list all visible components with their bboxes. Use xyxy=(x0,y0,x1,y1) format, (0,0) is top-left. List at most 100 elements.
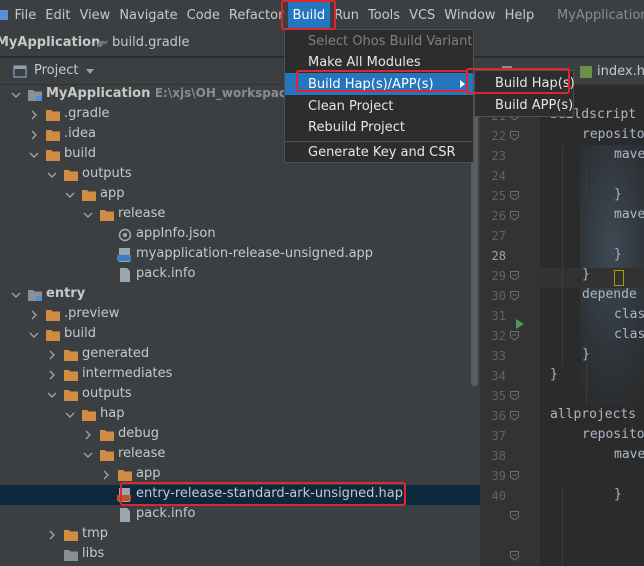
menu-code[interactable]: Code xyxy=(182,0,224,30)
tree-row[interactable]: generated xyxy=(0,345,480,365)
chevron-right-icon[interactable] xyxy=(83,430,93,440)
fold-marker-icon[interactable] xyxy=(509,510,520,521)
chevron-down-icon[interactable] xyxy=(11,290,21,300)
tree-row[interactable]: libs xyxy=(0,545,480,565)
folder-icon xyxy=(63,528,79,542)
chevron-down-icon[interactable] xyxy=(47,170,57,180)
fold-marker-icon[interactable] xyxy=(509,410,520,421)
menu-build[interactable]: Build xyxy=(287,0,330,30)
line-number: 27 xyxy=(491,229,506,243)
chevron-right-icon[interactable] xyxy=(47,530,57,540)
menu-window[interactable]: Window xyxy=(440,0,500,30)
menu-refactor[interactable]: Refactor xyxy=(224,0,288,30)
fold-marker-icon[interactable] xyxy=(509,210,520,221)
tree-row[interactable]: outputs xyxy=(0,165,480,185)
tree-row-label: release xyxy=(118,206,166,221)
chevron-right-icon[interactable] xyxy=(29,310,39,320)
line-number: 39 xyxy=(491,469,506,483)
folder-icon xyxy=(63,368,79,382)
hap-file-icon xyxy=(117,488,133,502)
fold-marker-icon[interactable] xyxy=(509,390,520,401)
code-editor[interactable]: 2122232425262728293031323334353637383940… xyxy=(480,85,644,566)
menu-navigate[interactable]: Navigate xyxy=(115,0,182,30)
chevron-down-icon[interactable] xyxy=(11,90,21,100)
line-number: 32 xyxy=(491,329,506,343)
chevron-right-icon[interactable] xyxy=(47,370,57,380)
menu-item-select-build-variant[interactable]: Select Ohos Build Variant xyxy=(285,30,473,52)
menu-tools[interactable]: Tools xyxy=(364,0,405,30)
tree-row[interactable]: pack.info xyxy=(0,505,480,525)
menu-item-generate-key-csr[interactable]: Generate Key and CSR xyxy=(285,141,473,163)
chevron-right-icon[interactable] xyxy=(29,110,39,120)
fold-marker-icon[interactable] xyxy=(509,130,520,141)
tree-row[interactable]: appInfo.json xyxy=(0,225,480,245)
run-gutter-icon[interactable] xyxy=(516,319,524,329)
tree-row-label: appInfo.json xyxy=(136,226,216,241)
editor-tab-index-hml[interactable]: index.hm xyxy=(597,64,644,79)
tree-row[interactable]: myapplication-release-unsigned.app xyxy=(0,245,480,265)
tree-row[interactable]: entry-release-standard-ark-unsigned.hap xyxy=(0,485,480,505)
chevron-down-icon[interactable] xyxy=(65,190,75,200)
chevron-right-icon[interactable] xyxy=(29,130,39,140)
fold-marker-icon[interactable] xyxy=(509,470,520,481)
folder-icon xyxy=(45,108,61,122)
tree-row-label: entry-release-standard-ark-unsigned.hap xyxy=(136,486,404,501)
menu-run[interactable]: Run xyxy=(330,0,364,30)
brace-match-highlight xyxy=(614,270,624,286)
tree-row[interactable]: app xyxy=(0,185,480,205)
breadcrumb-file[interactable]: build.gradle xyxy=(112,35,190,50)
fold-marker-icon[interactable] xyxy=(509,190,520,201)
tree-row[interactable]: .preview xyxy=(0,305,480,325)
tree-row[interactable]: hap xyxy=(0,405,480,425)
tree-row[interactable]: outputs xyxy=(0,385,480,405)
chevron-right-icon[interactable] xyxy=(47,350,57,360)
chevron-down-icon[interactable] xyxy=(29,330,39,340)
project-view-label[interactable]: Project xyxy=(34,63,78,78)
chevron-down-icon[interactable] xyxy=(83,450,93,460)
fold-marker-icon[interactable] xyxy=(509,330,520,341)
menu-file[interactable]: File xyxy=(10,0,41,30)
submenu-item-build-apps[interactable]: Build APP(s) xyxy=(475,94,573,116)
json-file-icon xyxy=(117,228,133,242)
fold-marker-icon[interactable] xyxy=(509,550,520,561)
submenu-item-build-haps[interactable]: Build Hap(s) xyxy=(475,72,575,94)
tree-row-label: pack.info xyxy=(136,266,196,281)
menu-item-build-haps-apps[interactable]: Build Hap(s)/APP(s) xyxy=(285,73,473,95)
menu-item-rebuild-project[interactable]: Rebuild Project xyxy=(285,116,473,138)
code-line: clas xyxy=(614,327,644,342)
project-view-dropdown-icon[interactable] xyxy=(86,69,94,74)
hml-file-icon xyxy=(580,66,592,78)
tree-row[interactable]: debug xyxy=(0,425,480,445)
tree-row[interactable]: build xyxy=(0,325,480,345)
breadcrumb-project[interactable]: MyApplication xyxy=(0,35,100,50)
tree-row[interactable]: pack.info xyxy=(0,265,480,285)
line-number: 25 xyxy=(491,189,506,203)
chevron-down-icon[interactable] xyxy=(65,410,75,420)
menu-edit[interactable]: Edit xyxy=(41,0,75,30)
folder-icon xyxy=(81,188,97,202)
code-line: } xyxy=(614,187,622,202)
tree-row[interactable]: release xyxy=(0,205,480,225)
chevron-down-icon[interactable] xyxy=(29,150,39,160)
line-number: 35 xyxy=(491,389,506,403)
menu-item-clean-project[interactable]: Clean Project xyxy=(285,95,473,117)
tree-row-label: outputs xyxy=(82,166,132,181)
chevron-right-icon[interactable] xyxy=(101,470,111,480)
folder-icon xyxy=(63,388,79,402)
menu-item-make-all-modules[interactable]: Make All Modules xyxy=(285,51,473,73)
menu-vcs[interactable]: VCS xyxy=(405,0,440,30)
menu-view[interactable]: View xyxy=(75,0,115,30)
menu-help[interactable]: Help xyxy=(500,0,539,30)
tree-row[interactable]: intermediates xyxy=(0,365,480,385)
code-line: mave xyxy=(614,447,644,462)
tree-row[interactable]: tmp xyxy=(0,525,480,545)
fold-marker-icon[interactable] xyxy=(509,270,520,281)
tree-row[interactable]: entry xyxy=(0,285,480,305)
tree-row[interactable]: app xyxy=(0,465,480,485)
tree-row[interactable]: release xyxy=(0,445,480,465)
chevron-down-icon[interactable] xyxy=(83,210,93,220)
chevron-down-icon[interactable] xyxy=(47,390,57,400)
file-icon xyxy=(117,508,133,522)
line-number: 31 xyxy=(491,309,506,323)
fold-marker-icon[interactable] xyxy=(509,290,520,301)
